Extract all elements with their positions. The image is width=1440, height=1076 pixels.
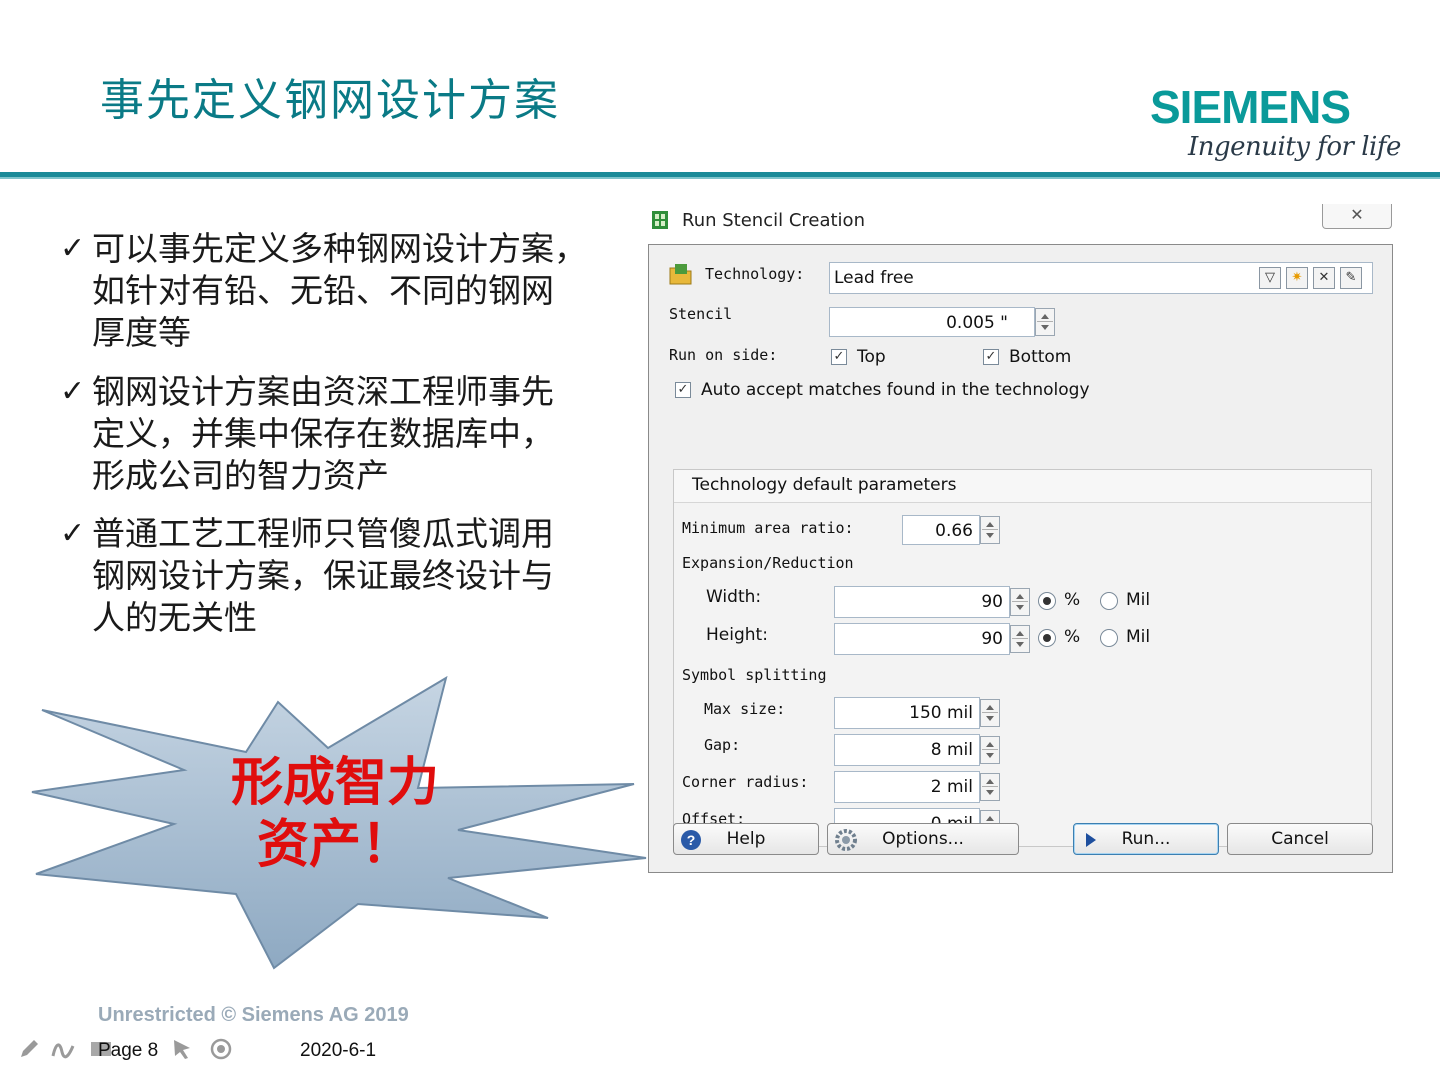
corner-radius-label: Corner radius:	[682, 773, 809, 791]
bottom-checkbox[interactable]: ✓	[983, 349, 999, 365]
min-area-ratio-spinner[interactable]	[980, 516, 1000, 544]
cancel-button-label: Cancel	[1271, 829, 1329, 849]
min-area-ratio-label: Minimum area ratio:	[682, 519, 854, 537]
width-mil-label: Mil	[1126, 590, 1151, 610]
callout-text: 形成智力 资产！	[180, 752, 490, 876]
stencil-thickness-input[interactable]: 0.005 "	[829, 307, 1035, 337]
max-size-value: 150 mil	[909, 703, 973, 723]
width-label: Width:	[706, 587, 762, 607]
width-value: 90	[981, 592, 1003, 612]
pen-icon[interactable]	[16, 1036, 42, 1062]
height-input[interactable]: 90	[834, 623, 1010, 655]
bullet-line: 人的无关性	[92, 598, 257, 637]
help-button-label: Help	[726, 829, 766, 849]
footer-copyright: Unrestricted © Siemens AG 2019	[98, 1004, 409, 1026]
bullet-line: 钢网设计方案由资深工程师事先	[92, 372, 554, 411]
brand-tagline: Ingenuity for life	[1188, 132, 1401, 162]
bullet-line: 厚度等	[92, 313, 191, 352]
folder-icon	[669, 264, 692, 285]
height-mil-label: Mil	[1126, 627, 1151, 647]
top-checkbox[interactable]: ✓	[831, 349, 847, 365]
cancel-button[interactable]: Cancel	[1227, 823, 1373, 855]
bullet-item: ✓ 钢网设计方案由资深工程师事先 定义，并集中保存在数据库中， 形成公司的智力资…	[60, 371, 620, 497]
auto-accept-checkbox[interactable]: ✓	[675, 382, 691, 398]
corner-radius-value: 2 mil	[930, 777, 973, 797]
max-size-spinner[interactable]	[980, 699, 1000, 727]
min-area-ratio-input[interactable]: 0.66	[902, 515, 980, 545]
bottom-label: Bottom	[1009, 347, 1072, 367]
width-spinner[interactable]	[1010, 588, 1030, 616]
options-button[interactable]: Options...	[827, 823, 1019, 855]
height-percent-radio[interactable]	[1038, 629, 1056, 647]
auto-accept-label: Auto accept matches found in the technol…	[701, 380, 1090, 400]
gap-label: Gap:	[704, 736, 741, 754]
gap-spinner[interactable]	[980, 736, 1000, 764]
width-input[interactable]: 90	[834, 586, 1010, 618]
target-icon[interactable]	[208, 1036, 234, 1062]
dialog-title: Run Stencil Creation	[682, 210, 865, 231]
technology-parameters-group: Technology default parameters Minimum ar…	[673, 469, 1372, 847]
run-stencil-dialog: Run Stencil Creation ✕ Technology: Lead …	[648, 196, 1393, 873]
technology-label: Technology:	[705, 265, 805, 283]
bullet-line: 定义，并集中保存在数据库中，	[92, 414, 554, 453]
stencil-thickness-value: 0.005 "	[946, 313, 1008, 333]
max-size-input[interactable]: 150 mil	[834, 697, 980, 729]
expansion-label: Expansion/Reduction	[682, 554, 854, 572]
max-size-label: Max size:	[704, 700, 786, 718]
symbol-splitting-label: Symbol splitting	[682, 666, 827, 684]
callout-line: 资产！	[256, 815, 413, 875]
delete-technology-icon[interactable]: ✕	[1313, 267, 1335, 289]
checkmark-icon: ✓	[60, 231, 86, 266]
app-icon	[652, 211, 668, 229]
checkmark-icon: ✓	[60, 516, 86, 551]
width-percent-label: %	[1064, 590, 1081, 610]
close-icon: ✕	[1350, 205, 1364, 224]
bullet-line: 形成公司的智力资产	[92, 456, 389, 495]
bullet-line: 钢网设计方案，保证最终设计与	[92, 556, 554, 595]
height-spinner[interactable]	[1010, 625, 1030, 653]
ink-icon[interactable]	[50, 1036, 76, 1062]
stencil-spinner[interactable]	[1035, 308, 1055, 336]
checkmark-icon: ✓	[60, 374, 86, 409]
min-area-ratio-value: 0.66	[935, 521, 973, 541]
close-button[interactable]: ✕	[1322, 204, 1392, 229]
width-percent-radio[interactable]	[1038, 592, 1056, 610]
pointer-icon[interactable]	[170, 1036, 196, 1062]
slide-title: 事先定义钢网设计方案	[100, 75, 560, 126]
options-button-label: Options...	[882, 829, 964, 849]
height-value: 90	[981, 629, 1003, 649]
run-button-label: Run...	[1121, 829, 1171, 849]
bullet-line: 可以事先定义多种钢网设计方案，	[92, 229, 587, 268]
help-button[interactable]: ? Help	[673, 823, 819, 855]
callout-line: 形成智力	[230, 753, 439, 813]
corner-radius-input[interactable]: 2 mil	[834, 771, 980, 803]
bullet-line: 普通工艺工程师只管傻瓜式调用	[92, 514, 554, 553]
edit-technology-icon[interactable]: ✎	[1340, 267, 1362, 289]
slide-date: 2020-6-1	[300, 1040, 377, 1061]
siemens-logo: SIEMENS	[1150, 81, 1351, 133]
new-technology-icon[interactable]: ✷	[1286, 267, 1308, 289]
chevron-down-icon[interactable]: ▽	[1259, 267, 1281, 289]
run-on-side-label: Run on side:	[669, 346, 778, 364]
top-label: Top	[857, 347, 886, 367]
page-number: Page 8	[98, 1040, 159, 1061]
run-button[interactable]: Run...	[1073, 823, 1219, 855]
gap-value: 8 mil	[930, 740, 973, 760]
height-label: Height:	[706, 625, 768, 645]
width-mil-radio[interactable]	[1100, 592, 1118, 610]
gap-input[interactable]: 8 mil	[834, 734, 980, 766]
height-mil-radio[interactable]	[1100, 629, 1118, 647]
height-percent-label: %	[1064, 627, 1081, 647]
technology-value: Lead free	[834, 268, 914, 288]
header-divider-light	[0, 177, 1440, 179]
stencil-label: Stencil	[669, 305, 733, 323]
corner-radius-spinner[interactable]	[980, 773, 1000, 801]
bullet-item: ✓ 普通工艺工程师只管傻瓜式调用 钢网设计方案，保证最终设计与 人的无关性	[60, 513, 620, 639]
bullet-item: ✓ 可以事先定义多种钢网设计方案， 如针对有铅、无铅、不同的钢网 厚度等	[60, 228, 620, 354]
group-title: Technology default parameters	[692, 475, 957, 495]
bullet-line: 如针对有铅、无铅、不同的钢网	[92, 271, 554, 310]
dialog-body: Technology: Lead free ▽ ✷ ✕ ✎ Stencil 0.…	[648, 244, 1393, 873]
group-header: Technology default parameters	[674, 470, 1371, 503]
